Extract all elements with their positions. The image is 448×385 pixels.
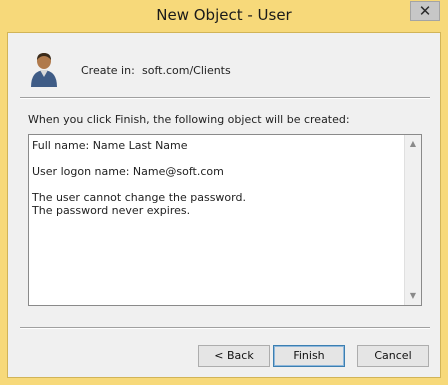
- finish-button[interactable]: Finish: [273, 345, 345, 367]
- create-in-label: Create in:: [81, 64, 135, 77]
- scroll-up-icon[interactable]: ▲: [405, 136, 421, 152]
- header-divider: [20, 97, 430, 99]
- summary-line: The user cannot change the password.: [32, 191, 246, 204]
- vertical-scrollbar[interactable]: ▲ ▼: [404, 135, 421, 305]
- window-title: New Object - User: [156, 6, 292, 24]
- dialog-body: Create in: soft.com/Clients When you cli…: [7, 32, 441, 378]
- title-bar[interactable]: New Object - User ✕: [0, 0, 448, 32]
- summary-intro: When you click Finish, the following obj…: [28, 113, 350, 126]
- close-button[interactable]: ✕: [410, 1, 440, 21]
- summary-line: Full name: Name Last Name: [32, 139, 188, 152]
- cancel-button[interactable]: Cancel: [357, 345, 429, 367]
- user-icon: [31, 53, 57, 87]
- scroll-down-icon[interactable]: ▼: [405, 288, 421, 304]
- summary-line: The password never expires.: [32, 204, 191, 217]
- summary-line: [32, 178, 246, 191]
- summary-line: [32, 152, 246, 165]
- close-icon: ✕: [418, 2, 432, 20]
- summary-text: Full name: Name Last Name User logon nam…: [32, 139, 246, 217]
- create-in-value: soft.com/Clients: [142, 64, 231, 77]
- back-button[interactable]: < Back: [198, 345, 270, 367]
- summary-textbox[interactable]: Full name: Name Last Name User logon nam…: [28, 134, 422, 306]
- dialog-window: New Object - User ✕ Create in: soft.com/…: [0, 0, 448, 385]
- summary-line: User logon name: Name@soft.com: [32, 165, 224, 178]
- footer-divider: [20, 327, 430, 329]
